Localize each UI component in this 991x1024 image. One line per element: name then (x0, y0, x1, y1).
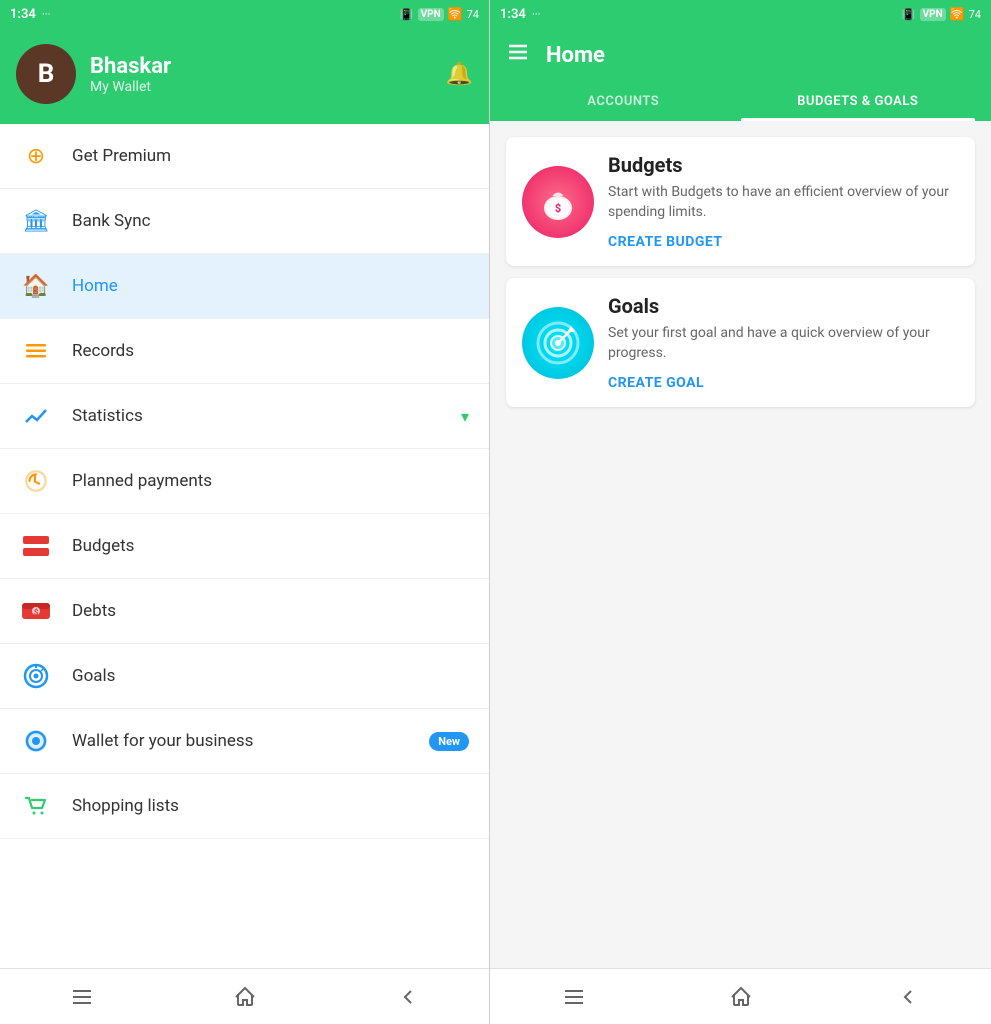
home-icon: 🏠 (20, 270, 52, 302)
goals-card-desc: Set your first goal and have a quick ove… (608, 324, 959, 363)
sidebar-item-label: Statistics (72, 406, 441, 426)
sidebar-item-label: Shopping lists (72, 796, 469, 816)
sidebar-item-shopping-lists[interactable]: Shopping lists (0, 774, 489, 839)
planned-payments-icon (20, 465, 52, 497)
user-sub: My Wallet (90, 79, 171, 95)
bank-icon: 🏛 (20, 205, 52, 237)
status-time-right: 1:34 (500, 7, 526, 22)
nav-home-left[interactable] (215, 977, 275, 1017)
main-content: $ Budgets Start with Budgets to have an … (490, 121, 991, 968)
hamburger-icon[interactable] (506, 40, 530, 70)
status-bar-left: 1:34 ··· 📳 VPN 🛜 74 (0, 0, 489, 28)
menu-list: ⊕ Get Premium 🏛 Bank Sync 🏠 Home Records (0, 124, 489, 968)
sidebar-item-wallet-business[interactable]: Wallet for your business New (0, 709, 489, 774)
sidebar-item-label: Budgets (72, 536, 469, 556)
goals-card-text: Goals Set your first goal and have a qui… (608, 294, 959, 391)
sidebar-item-label: Bank Sync (72, 211, 469, 231)
nav-back-right[interactable] (878, 977, 938, 1017)
wallet-business-icon (20, 725, 52, 757)
status-icons-right: 📳 VPN 🛜 74 (902, 7, 981, 21)
goals-icon (20, 660, 52, 692)
records-icon (20, 335, 52, 367)
sidebar-item-label: Wallet for your business (72, 731, 409, 751)
sidebar-item-get-premium[interactable]: ⊕ Get Premium (0, 124, 489, 189)
bottom-nav-right (490, 968, 991, 1024)
sidebar-item-goals[interactable]: Goals (0, 644, 489, 709)
svg-text:$: $ (555, 202, 561, 215)
debts-icon: $ (20, 595, 52, 627)
goals-card-title: Goals (608, 294, 959, 318)
left-panel: 1:34 ··· 📳 VPN 🛜 74 B Bhaskar My Wallet … (0, 0, 490, 1024)
user-name: Bhaskar (90, 54, 171, 79)
app-header: Home ACCOUNTS BUDGETS & GOALS (490, 28, 991, 121)
sidebar-item-label: Home (72, 276, 469, 296)
create-goal-button[interactable]: CREATE GOAL (608, 375, 959, 391)
sidebar-item-debts[interactable]: $ Debts (0, 579, 489, 644)
premium-icon: ⊕ (20, 140, 52, 172)
tabs-row: ACCOUNTS BUDGETS & GOALS (506, 82, 975, 121)
goals-card-icon (522, 307, 594, 379)
notification-icon[interactable]: 🔔 (446, 62, 473, 87)
sidebar-item-home[interactable]: 🏠 Home (0, 254, 489, 319)
budgets-card-desc: Start with Budgets to have an efficient … (608, 183, 959, 222)
status-icons-left: 📳 VPN 🛜 74 (400, 7, 479, 21)
tab-budgets-goals[interactable]: BUDGETS & GOALS (741, 82, 976, 121)
status-dots-right: ··· (532, 8, 541, 21)
status-bar-right: 1:34 ··· 📳 VPN 🛜 74 (490, 0, 991, 28)
sidebar-item-records[interactable]: Records (0, 319, 489, 384)
create-budget-button[interactable]: CREATE BUDGET (608, 234, 959, 250)
sidebar-item-label: Debts (72, 601, 469, 621)
shopping-icon (20, 790, 52, 822)
sidebar-item-label: Get Premium (72, 146, 469, 166)
tab-accounts[interactable]: ACCOUNTS (506, 82, 741, 121)
status-dots-left: ··· (42, 8, 51, 21)
sidebar-item-statistics[interactable]: Statistics ▾ (0, 384, 489, 449)
nav-menu-right[interactable] (544, 977, 604, 1017)
new-badge: New (429, 732, 469, 751)
budgets-card-title: Budgets (608, 153, 959, 177)
user-header: B Bhaskar My Wallet 🔔 (0, 28, 489, 124)
right-panel: 1:34 ··· 📳 VPN 🛜 74 Home ACCOUNTS (490, 0, 991, 1024)
bottom-nav-left (0, 968, 489, 1024)
status-time-left: 1:34 (10, 7, 36, 22)
sidebar-item-label: Records (72, 341, 469, 361)
page-title: Home (546, 43, 975, 68)
sidebar-item-budgets[interactable]: Budgets (0, 514, 489, 579)
sidebar-item-label: Goals (72, 666, 469, 686)
user-info: Bhaskar My Wallet (90, 54, 171, 95)
budgets-card-icon: $ (522, 166, 594, 238)
budgets-card-text: Budgets Start with Budgets to have an ef… (608, 153, 959, 250)
sidebar-item-label: Planned payments (72, 471, 469, 491)
goals-card: Goals Set your first goal and have a qui… (506, 278, 975, 407)
sidebar-item-planned-payments[interactable]: Planned payments (0, 449, 489, 514)
nav-menu-left[interactable] (52, 977, 112, 1017)
statistics-icon (20, 400, 52, 432)
nav-back-left[interactable] (378, 977, 438, 1017)
svg-text:$: $ (34, 608, 39, 617)
avatar: B (16, 44, 76, 104)
nav-home-right[interactable] (711, 977, 771, 1017)
sidebar-item-bank-sync[interactable]: 🏛 Bank Sync (0, 189, 489, 254)
budgets-card: $ Budgets Start with Budgets to have an … (506, 137, 975, 266)
chevron-down-icon: ▾ (461, 407, 469, 426)
budgets-icon (20, 530, 52, 562)
